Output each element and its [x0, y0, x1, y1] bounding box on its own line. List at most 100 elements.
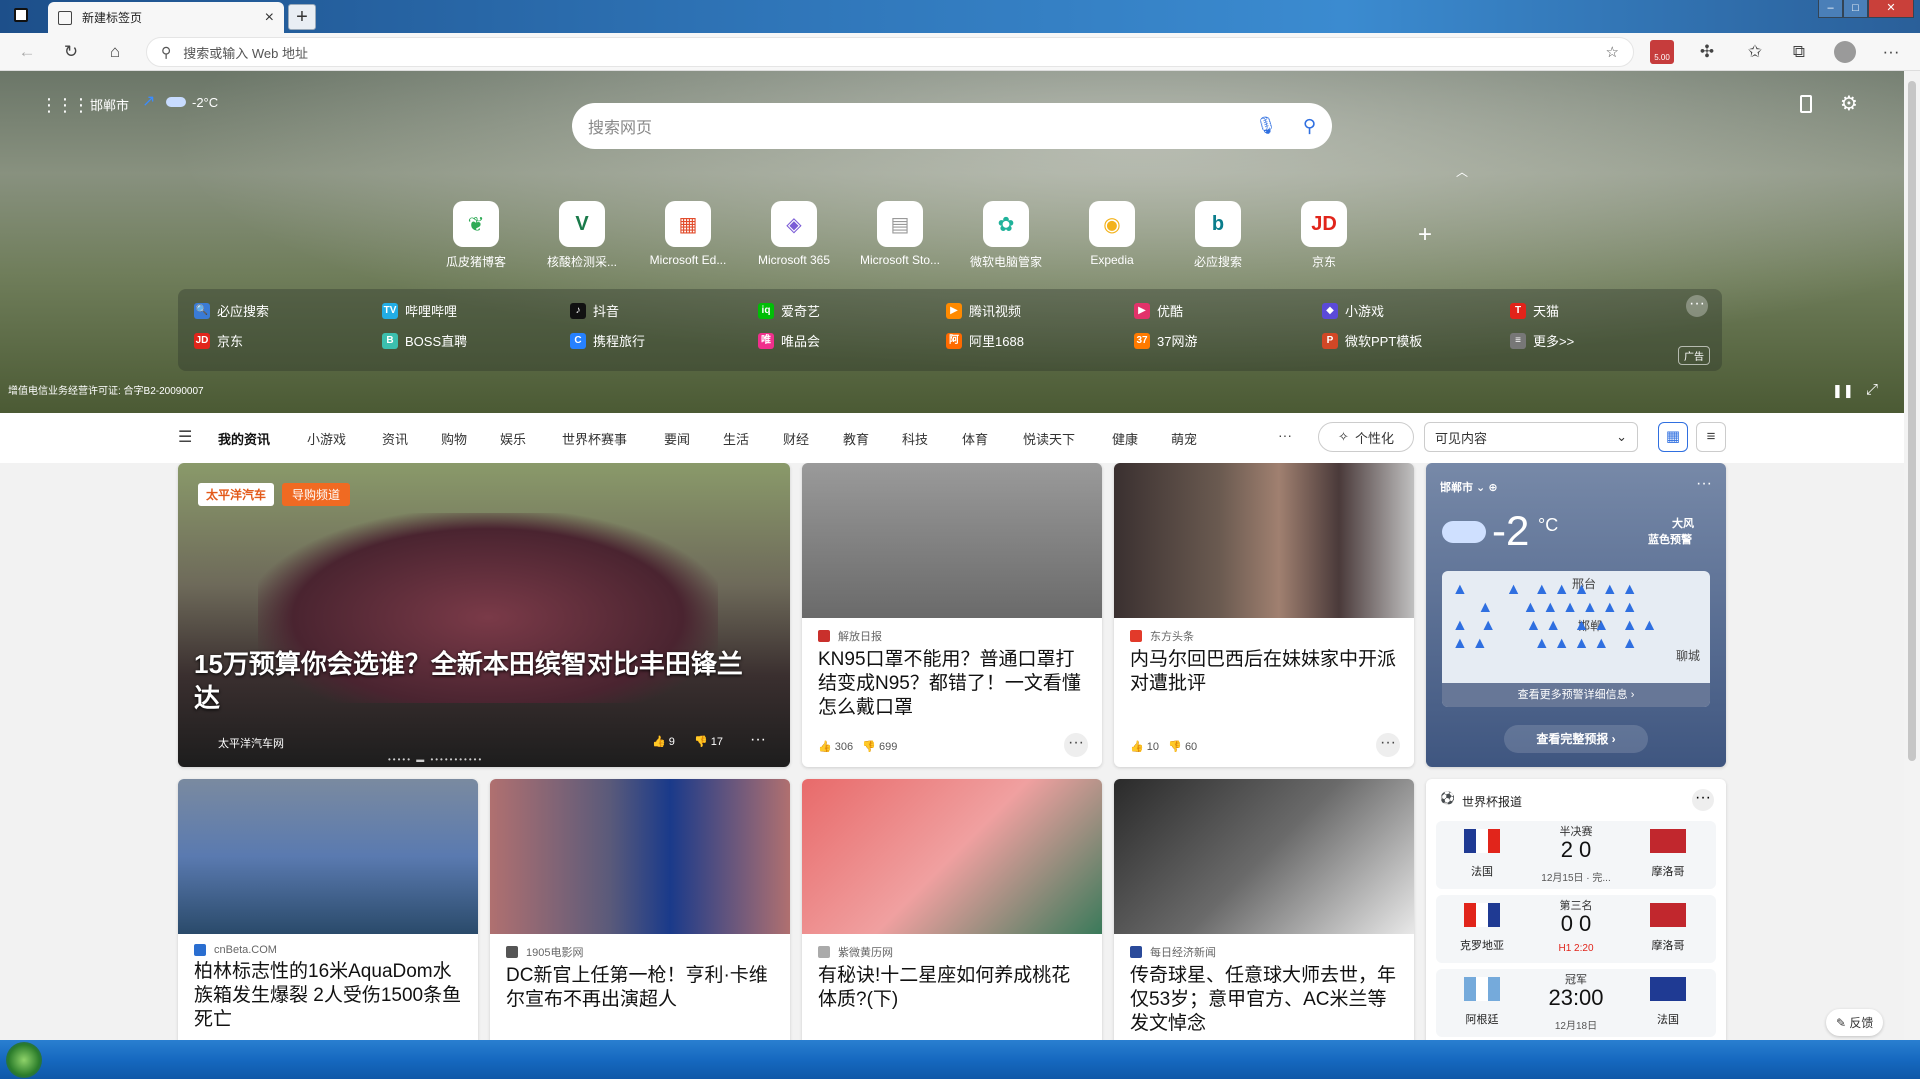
nav-tab[interactable]: 健康 [1112, 429, 1138, 448]
nav-tab[interactable]: 财经 [783, 429, 809, 448]
site-link[interactable]: 37 37网游 [1134, 331, 1197, 350]
card-reactions[interactable]: 👍 306 👎 699 [818, 740, 897, 753]
nav-tab[interactable]: 要闻 [664, 429, 690, 448]
collapse-chevron-icon[interactable]: ︿ [1456, 163, 1468, 180]
visible-content-select[interactable]: 可见内容 ⌄ [1424, 422, 1638, 452]
add-quick-link-button[interactable]: + [1418, 221, 1432, 249]
news-card[interactable]: 紫微黄历网 有秘诀!十二星座如何养成桃花体质?(下) [802, 779, 1102, 1040]
card-more-icon[interactable]: ··· [1064, 733, 1088, 757]
nav-tab[interactable]: 我的资讯 [218, 429, 270, 448]
page-scrollbar[interactable] [1904, 71, 1920, 1040]
mobile-icon[interactable] [1800, 95, 1812, 113]
home-icon[interactable]: ⌂ [104, 41, 126, 63]
nav-tab[interactable]: 科技 [902, 429, 928, 448]
worldcup-card[interactable]: ⚽ 世界杯报道 ··· 法国 摩洛哥 半决赛 2 0 12月15日 · 完... 克罗地亚… [1426, 779, 1726, 1040]
site-link[interactable]: ≡ 更多>> [1510, 331, 1574, 350]
refresh-icon[interactable]: ↻ [60, 41, 82, 63]
new-tab-button[interactable]: + [288, 4, 316, 30]
close-window-button[interactable]: ✕ [1868, 0, 1914, 18]
search-button-icon[interactable]: ⚲ [1303, 116, 1316, 137]
news-card[interactable]: 1905电影网 DC新官上任第一枪！亨利·卡维尔宣布不再出演超人 [490, 779, 790, 1040]
match-row[interactable]: 法国 摩洛哥 半决赛 2 0 12月15日 · 完... [1436, 821, 1716, 889]
expand-icon[interactable]: ⤢ [1866, 381, 1878, 398]
site-link[interactable]: iq 爱奇艺 [758, 301, 820, 320]
grid-view-icon[interactable]: ▦ [1658, 422, 1688, 452]
nav-tab[interactable]: 娱乐 [500, 429, 526, 448]
start-button[interactable] [6, 1042, 42, 1078]
weather-alert[interactable]: 大风 [1672, 515, 1694, 531]
quick-link[interactable]: JD 京东 [1274, 201, 1374, 270]
pause-icon[interactable]: ❚❚ [1832, 383, 1854, 399]
carousel-dots[interactable]: ••••• ▬ ••••••••••• [388, 755, 483, 764]
news-card[interactable]: 东方头条 内马尔回巴西后在妹妹家中开派对遭批评 👍 10 👎 60 ··· [1114, 463, 1414, 767]
site-link[interactable]: P 微软PPT模板 [1322, 331, 1422, 350]
card-more-icon[interactable]: ··· [1376, 733, 1400, 757]
apps-launcher-icon[interactable]: ⋮⋮⋮ [40, 95, 90, 116]
site-link[interactable]: TV 哔哩哔哩 [382, 301, 457, 320]
hamburger-menu-icon[interactable]: ☰ [178, 427, 192, 447]
featured-likes[interactable]: 👍 9 [652, 735, 675, 748]
full-forecast-button[interactable]: 查看完整预报 › [1504, 725, 1648, 753]
browser-tab[interactable]: 新建标签页 × [48, 2, 284, 33]
back-icon[interactable]: ← [16, 41, 38, 63]
tab-close-button[interactable]: × [265, 9, 274, 27]
favorites-icon[interactable]: ✩ [1744, 41, 1766, 63]
alert-map[interactable]: 邢台 邯郸 聊城 ▲ ▲ ▲▲▲ ▲▲ ▲ ▲▲▲▲▲▲ ▲ ▲ ▲▲ ▲▲ ▲▲… [1442, 571, 1710, 707]
weather-city[interactable]: 邯郸市 [90, 95, 129, 114]
nav-tab[interactable]: 小游戏 [307, 429, 346, 448]
quick-link[interactable]: ◉ Expedia [1062, 201, 1162, 267]
card-reactions[interactable]: 👍 10 👎 60 [1130, 740, 1197, 753]
web-search-box[interactable]: 搜索网页 🎙 ⚲ [572, 103, 1332, 149]
nav-tab[interactable]: 悦读天下 [1023, 429, 1075, 448]
personalize-button[interactable]: ✧ 个性化 [1318, 422, 1414, 452]
menu-dots-icon[interactable]: ··· [1880, 41, 1902, 63]
maximize-button[interactable]: □ [1843, 0, 1868, 18]
site-link[interactable]: ▶ 腾讯视频 [946, 301, 1021, 320]
site-link[interactable]: T 天猫 [1510, 301, 1559, 320]
nav-tab[interactable]: 教育 [843, 429, 869, 448]
list-view-icon[interactable]: ≡ [1696, 422, 1726, 452]
site-link[interactable]: B BOSS直聘 [382, 331, 467, 350]
favorite-add-icon[interactable]: ☆ [1606, 43, 1619, 61]
extension-icon[interactable]: 5.00 [1650, 40, 1674, 64]
nav-tab[interactable]: 萌宠 [1171, 429, 1197, 448]
quick-link[interactable]: b 必应搜索 [1168, 201, 1268, 270]
extensions-puzzle-icon[interactable]: ✣ [1696, 41, 1718, 63]
nav-tab[interactable]: 生活 [723, 429, 749, 448]
nav-tab[interactable]: 资讯 [382, 429, 408, 448]
site-link[interactable]: ◆ 小游戏 [1322, 301, 1384, 320]
links-options-button[interactable]: ··· [1686, 295, 1708, 317]
quick-link[interactable]: ❦ 瓜皮猪博客 [426, 201, 526, 270]
weather-more-icon[interactable]: ··· [1696, 475, 1712, 493]
collections-icon[interactable]: ⧉ [1788, 41, 1810, 63]
match-row[interactable]: 阿根廷 法国 冠军 23:00 12月18日 [1436, 969, 1716, 1037]
weather-card[interactable]: 邯郸市 ⌄ ⊕ ··· -2 °C 大风 蓝色预警 邢台 邯郸 聊城 ▲ ▲ ▲… [1426, 463, 1726, 767]
quick-link[interactable]: ▦ Microsoft Ed... [638, 201, 738, 267]
news-card[interactable]: 解放日报 KN95口罩不能用？普通口罩打结变成N95？都错了！一文看懂怎么戴口罩… [802, 463, 1102, 767]
tab-actions-icon[interactable] [14, 8, 28, 22]
nav-more-button[interactable]: ··· [1278, 427, 1292, 443]
scrollbar-thumb[interactable] [1908, 81, 1916, 761]
profile-avatar[interactable] [1834, 41, 1856, 63]
settings-gear-icon[interactable]: ⚙ [1840, 91, 1858, 116]
match-row[interactable]: 克罗地亚 摩洛哥 第三名 0 0 H1 2:20 [1436, 895, 1716, 963]
site-link[interactable]: 唯唯品会 [758, 331, 820, 350]
nav-tab[interactable]: 世界杯赛事 [562, 429, 627, 448]
worldcup-more-icon[interactable]: ··· [1692, 789, 1714, 811]
feedback-button[interactable]: ✎ 反馈 [1826, 1009, 1884, 1036]
site-link[interactable]: 🔍 必应搜索 [194, 301, 269, 320]
quick-link[interactable]: ▤ Microsoft Sto... [850, 201, 950, 267]
nav-tab[interactable]: 购物 [441, 429, 467, 448]
site-link[interactable]: ▶ 优酷 [1134, 301, 1183, 320]
news-card-featured[interactable]: 太平洋汽车 导购频道 15万预算你会选谁？全新本田缤智对比丰田锋兰达 太平洋汽车… [178, 463, 790, 767]
quick-link[interactable]: ✿ 微软电脑管家 [956, 201, 1056, 270]
microphone-icon[interactable]: 🎙 [1255, 116, 1277, 136]
quick-link[interactable]: ◈ Microsoft 365 [744, 201, 844, 267]
site-link[interactable]: JD 京东 [194, 331, 243, 350]
quick-link[interactable]: V 核酸检测采... [532, 201, 632, 270]
weather-card-city[interactable]: 邯郸市 ⌄ ⊕ [1440, 479, 1498, 495]
site-link[interactable]: C 携程旅行 [570, 331, 645, 350]
site-link[interactable]: 阿阿里1688 [946, 331, 1024, 350]
address-bar[interactable]: ⚲ 搜索或输入 Web 地址 ☆ [146, 37, 1634, 67]
news-card[interactable]: cnBeta.COM 柏林标志性的16米AquaDom水族箱发生爆裂 2人受伤1… [178, 779, 478, 1040]
